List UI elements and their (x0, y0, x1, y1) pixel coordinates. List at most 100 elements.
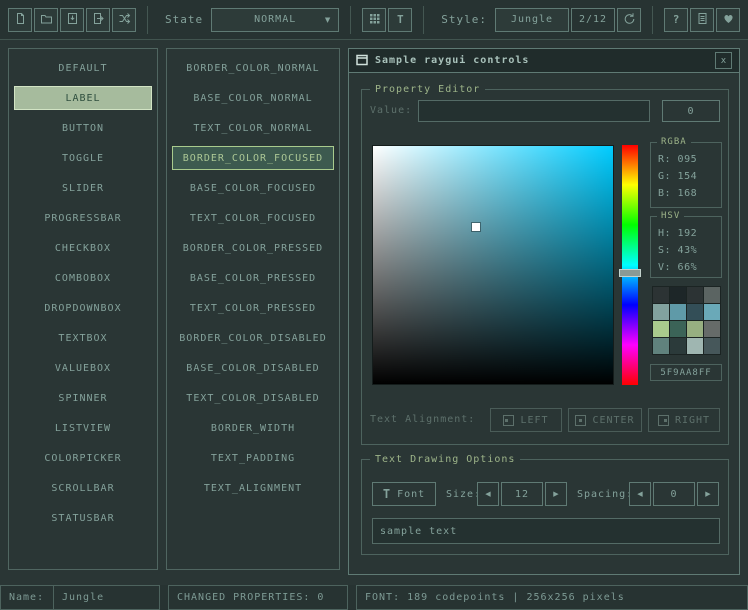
export-file-button[interactable] (86, 8, 110, 32)
align-right-button[interactable]: RIGHT (648, 408, 720, 432)
random-style-button[interactable] (112, 8, 136, 32)
palette-swatch[interactable] (687, 338, 703, 354)
spacing-valuebox[interactable]: 0 (653, 482, 695, 506)
property-list-item[interactable]: BORDER_COLOR_PRESSED (172, 236, 334, 260)
control-list-item[interactable]: SPINNER (14, 386, 152, 410)
control-list-item[interactable]: CHECKBOX (14, 236, 152, 260)
control-list-item[interactable]: TEXTBOX (14, 326, 152, 350)
random-style-icon (118, 12, 131, 28)
spacing-increment-button[interactable]: ▶ (697, 482, 719, 506)
sponsor-button[interactable] (716, 8, 740, 32)
property-list-item[interactable]: TEXT_COLOR_NORMAL (172, 116, 334, 140)
palette-swatch[interactable] (704, 338, 720, 354)
property-list-item[interactable]: TEXT_COLOR_DISABLED (172, 386, 334, 410)
save-file-button[interactable] (60, 8, 84, 32)
palette-swatch[interactable] (687, 321, 703, 337)
palette-swatch[interactable] (653, 287, 669, 303)
reload-style-button[interactable] (617, 8, 641, 32)
style-index-valuebox[interactable]: 2/12 (571, 8, 615, 32)
right-arrow-icon: ▶ (553, 490, 558, 498)
size-increment-button[interactable]: ▶ (545, 482, 567, 506)
control-list-item[interactable]: COMBOBOX (14, 266, 152, 290)
size-valuebox[interactable]: 12 (501, 482, 543, 506)
control-list-item[interactable]: TOGGLE (14, 146, 152, 170)
open-file-button[interactable] (34, 8, 58, 32)
new-file-icon (14, 12, 27, 28)
color-panel-cursor[interactable] (472, 223, 480, 231)
property-list-item[interactable]: BORDER_COLOR_NORMAL (172, 56, 334, 80)
help-button[interactable]: ? (664, 8, 688, 32)
property-list-item[interactable]: BASE_COLOR_DISABLED (172, 356, 334, 380)
hex-value-box[interactable]: 5F9AA8FF (650, 364, 722, 381)
count-valuebox[interactable]: 0 (662, 100, 720, 122)
control-list-item[interactable]: COLORPICKER (14, 446, 152, 470)
palette-swatch[interactable] (687, 287, 703, 303)
spacing-decrement-button[interactable]: ◀ (629, 482, 651, 506)
palette-swatch[interactable] (704, 287, 720, 303)
value-textbox[interactable] (418, 100, 650, 122)
control-list-item[interactable]: BUTTON (14, 116, 152, 140)
about-button[interactable] (690, 8, 714, 32)
palette-swatch[interactable] (704, 321, 720, 337)
window-title: Sample raygui controls (375, 55, 529, 66)
statusbar-name-value: Jungle (54, 585, 160, 610)
control-list-item[interactable]: LISTVIEW (14, 416, 152, 440)
control-list-item[interactable]: PROGRESSBAR (14, 206, 152, 230)
statusbar-gap (348, 585, 356, 610)
align-center-button[interactable]: CENTER (568, 408, 642, 432)
font-button[interactable]: T Font (372, 482, 436, 506)
property-list-item[interactable]: BORDER_WIDTH (172, 416, 334, 440)
property-list-item[interactable]: BORDER_COLOR_FOCUSED (172, 146, 334, 170)
new-file-button[interactable] (8, 8, 32, 32)
palette-swatch[interactable] (670, 304, 686, 320)
palette-swatch[interactable] (653, 321, 669, 337)
close-button[interactable]: x (715, 52, 732, 69)
hsv-title: HSV (657, 210, 684, 223)
align-left-button[interactable]: LEFT (490, 408, 562, 432)
font-atlas-button[interactable]: T (388, 8, 412, 32)
control-list-item[interactable]: VALUEBOX (14, 356, 152, 380)
chevron-down-icon: ▼ (325, 16, 331, 24)
property-list-item[interactable]: TEXT_COLOR_FOCUSED (172, 206, 334, 230)
property-editor-group: Property Editor Value: 0 RGBA R: 095 G: … (361, 89, 729, 445)
palette-swatch[interactable] (670, 321, 686, 337)
control-list-item[interactable]: LABEL (14, 86, 152, 110)
text-drawing-options-group: Text Drawing Options T Font Size: ◀ 12 ▶… (361, 459, 729, 555)
property-list-item[interactable]: TEXT_PADDING (172, 446, 334, 470)
property-list-item[interactable]: BASE_COLOR_PRESSED (172, 266, 334, 290)
toolbar-right-group: ? (643, 6, 740, 34)
control-list-item[interactable]: SCROLLBAR (14, 476, 152, 500)
control-list-item[interactable]: DROPDOWNBOX (14, 296, 152, 320)
hue-slider[interactable] (622, 145, 638, 385)
property-list-item[interactable]: TEXT_ALIGNMENT (172, 476, 334, 500)
control-list-item[interactable]: STATUSBAR (14, 506, 152, 530)
style-table-button[interactable] (362, 8, 386, 32)
palette-swatch[interactable] (687, 304, 703, 320)
right-arrow-icon: ▶ (705, 490, 710, 498)
hue-slider-handle[interactable] (619, 269, 641, 277)
size-decrement-button[interactable]: ◀ (477, 482, 499, 506)
property-list-item[interactable]: BASE_COLOR_FOCUSED (172, 176, 334, 200)
state-label: State (165, 13, 203, 26)
property-list-item[interactable]: BORDER_COLOR_DISABLED (172, 326, 334, 350)
statusbar-font-info: FONT: 189 codepoints | 256x256 pixels (356, 585, 748, 610)
property-list-item[interactable]: BASE_COLOR_NORMAL (172, 86, 334, 110)
sample-textbox[interactable]: sample text (372, 518, 720, 544)
palette-swatch[interactable] (653, 304, 669, 320)
style-name-button[interactable]: Jungle (495, 8, 569, 32)
color-panel[interactable] (372, 145, 614, 385)
control-list-item[interactable]: SLIDER (14, 176, 152, 200)
font-atlas-icon: T (397, 13, 404, 26)
rguistyler-app: State NORMAL ▼ T Style: Jungle 2/12 ? (0, 0, 748, 610)
state-dropdown[interactable]: NORMAL ▼ (211, 8, 339, 32)
palette-swatch[interactable] (670, 338, 686, 354)
toolbar-separator (147, 6, 148, 34)
property-list-item[interactable]: TEXT_COLOR_PRESSED (172, 296, 334, 320)
hsv-h-value: H: 192 (651, 225, 721, 242)
palette-swatch[interactable] (653, 338, 669, 354)
palette-swatch[interactable] (670, 287, 686, 303)
save-file-icon (66, 12, 79, 28)
control-list-item[interactable]: DEFAULT (14, 56, 152, 80)
window-titlebar[interactable]: Sample raygui controls x (349, 49, 739, 73)
palette-swatch[interactable] (704, 304, 720, 320)
